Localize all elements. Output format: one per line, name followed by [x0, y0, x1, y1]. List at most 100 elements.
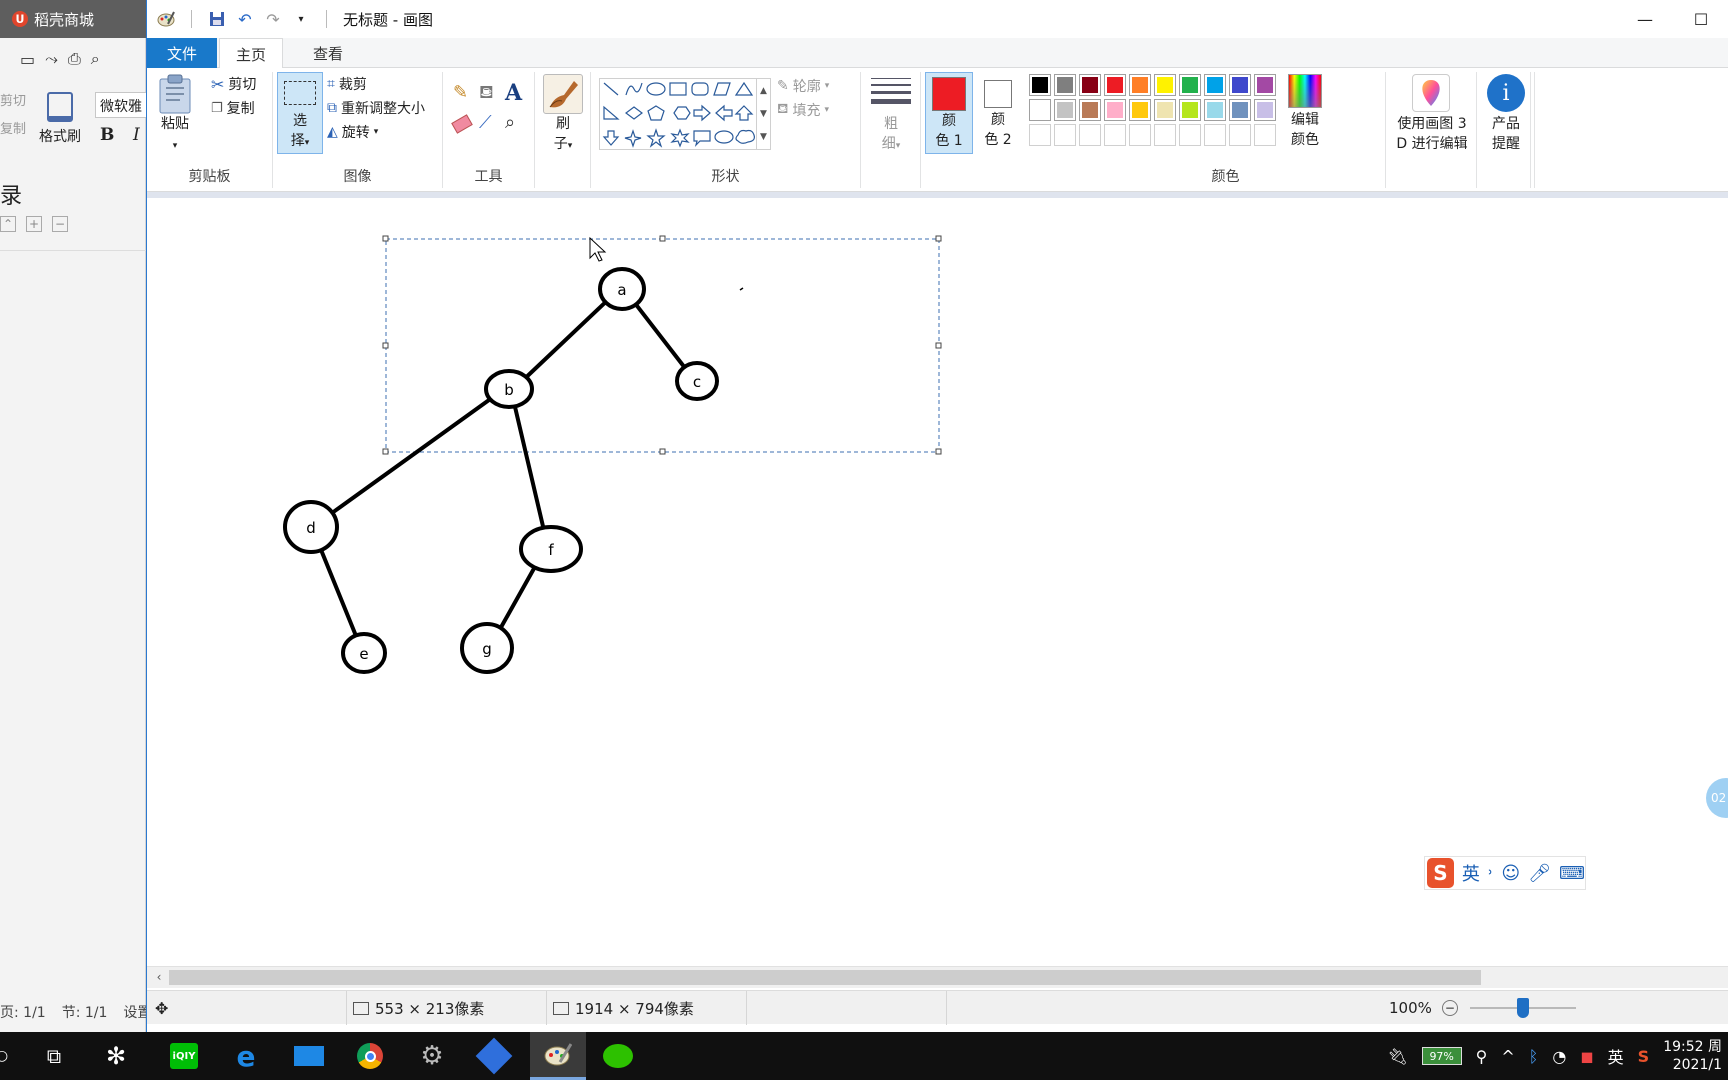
- volume-muted-icon[interactable]: ◼: [1580, 1047, 1593, 1066]
- paste-button[interactable]: 粘贴 ▾: [149, 114, 201, 156]
- ime-language[interactable]: 英: [1608, 1044, 1624, 1068]
- resize-button[interactable]: ⧉ 重新调整大小: [327, 98, 425, 118]
- color2-button[interactable]: 颜色 2: [975, 72, 1021, 154]
- edge-icon[interactable]: e: [222, 1038, 270, 1074]
- magnifier-icon[interactable]: ⌕: [505, 112, 515, 133]
- palette-swatch[interactable]: [1029, 124, 1051, 146]
- clock[interactable]: 19:52 周 2021/1: [1663, 1038, 1722, 1074]
- microphone-icon[interactable]: 🎤︎: [1528, 863, 1551, 884]
- background-wps-window[interactable]: ᑌ 稻壳商城 ▭ ⤳ ⎙ ⌕ 剪切 复制 格式刷 微软雅 B I 录 ⌃ + −…: [0, 0, 155, 1032]
- search-icon[interactable]: ○: [0, 1038, 26, 1074]
- zoom-out-icon[interactable]: −: [1441, 1000, 1458, 1016]
- ime-toolbar[interactable]: S 英 ˒ ☺ 🎤︎ ⌨: [1424, 856, 1586, 890]
- collapse-icon[interactable]: ⌃: [0, 216, 16, 232]
- palette-swatch[interactable]: [1179, 99, 1201, 121]
- scroll-left-icon[interactable]: ‹: [151, 968, 167, 986]
- ime-mode[interactable]: 英: [1462, 860, 1480, 886]
- scroll-down-icon[interactable]: ▼: [760, 109, 767, 119]
- rotate-button[interactable]: ◭ 旋转 ▾: [327, 122, 378, 142]
- zoom-slider[interactable]: [1469, 998, 1576, 1018]
- selection-handles[interactable]: [382, 235, 942, 455]
- palette-swatch[interactable]: [1029, 74, 1051, 96]
- zoom-slider-thumb[interactable]: [1516, 998, 1529, 1018]
- palette-swatch[interactable]: [1104, 74, 1126, 96]
- shapes-gallery-icons[interactable]: [600, 79, 758, 151]
- brushes-button[interactable]: 刷子▾: [535, 114, 591, 156]
- scroll-up-icon[interactable]: ▲: [760, 86, 767, 96]
- customize-qat-icon[interactable]: ▾: [292, 10, 310, 28]
- fill-button[interactable]: ⛾ 填充 ▾: [777, 100, 829, 120]
- maximize-button[interactable]: ☐: [1673, 0, 1728, 38]
- save-icon[interactable]: ▭: [20, 50, 35, 69]
- cut-button[interactable]: ✂ 剪切: [211, 74, 256, 94]
- size-button[interactable]: 粗细▾: [861, 114, 921, 156]
- power-plug-icon[interactable]: 🔌︎: [1387, 1047, 1407, 1066]
- palette-swatch[interactable]: [1204, 74, 1226, 96]
- tab-home[interactable]: 主页: [219, 38, 284, 69]
- selection-rectangle[interactable]: [385, 238, 940, 453]
- format-brush-button[interactable]: 格式刷: [28, 92, 92, 146]
- color1-button[interactable]: 颜色 1: [925, 72, 973, 154]
- pinwheel-app-icon[interactable]: ✻: [92, 1038, 140, 1074]
- outline-button[interactable]: ✎ 轮廓 ▾: [777, 76, 829, 96]
- minimize-button[interactable]: —: [1617, 0, 1673, 38]
- horizontal-scrollbar[interactable]: ‹: [147, 966, 1728, 988]
- eraser-icon[interactable]: [451, 114, 473, 134]
- palette-swatch[interactable]: [1029, 99, 1051, 121]
- punctuation-icon[interactable]: ˒: [1488, 863, 1494, 884]
- italic-button[interactable]: I: [133, 125, 140, 145]
- undo-icon[interactable]: ↶: [236, 10, 254, 29]
- sogou-tray-icon[interactable]: S: [1638, 1047, 1650, 1066]
- drawing-canvas[interactable]: a b c d f e g: [151, 198, 1721, 966]
- fill-icon[interactable]: ⛾: [479, 82, 494, 106]
- wifi-icon[interactable]: ◔: [1552, 1047, 1566, 1066]
- show-hidden-icons-icon[interactable]: ^: [1501, 1047, 1514, 1066]
- palette-swatch[interactable]: [1129, 74, 1151, 96]
- paint-app-icon[interactable]: [157, 10, 175, 28]
- palette-swatch[interactable]: [1229, 74, 1251, 96]
- palette-swatch[interactable]: [1154, 74, 1176, 96]
- redo-icon[interactable]: ↷: [264, 10, 282, 29]
- palette-swatch[interactable]: [1079, 124, 1101, 146]
- palette-swatch[interactable]: [1154, 99, 1176, 121]
- palette-swatch[interactable]: [1254, 99, 1276, 121]
- expand-gallery-icon[interactable]: ▼: [760, 132, 767, 142]
- wps-cut-button[interactable]: 剪切: [0, 90, 26, 109]
- wps-title-bar[interactable]: ᑌ 稻壳商城: [0, 0, 146, 38]
- pencil-icon[interactable]: ✎: [453, 82, 468, 103]
- print-icon[interactable]: ⎙: [68, 49, 81, 69]
- paint-app-icon[interactable]: [530, 1032, 586, 1080]
- save-icon[interactable]: [208, 10, 226, 28]
- shapes-scroll[interactable]: ▲ ▼ ▼: [757, 78, 771, 150]
- palette-swatch[interactable]: [1054, 124, 1076, 146]
- bluetooth-icon[interactable]: ᛒ: [1529, 1047, 1539, 1066]
- task-view-icon[interactable]: ⧉: [30, 1038, 78, 1074]
- palette-swatch[interactable]: [1079, 74, 1101, 96]
- palette-swatch[interactable]: [1129, 99, 1151, 121]
- palette-swatch[interactable]: [1229, 124, 1251, 146]
- palette-swatch[interactable]: [1254, 74, 1276, 96]
- keyboard-icon[interactable]: ⌨: [1559, 863, 1585, 884]
- product-alert-button[interactable]: 产品 提醒: [1477, 114, 1535, 154]
- tab-file[interactable]: 文件: [147, 38, 217, 68]
- palette-swatch[interactable]: [1054, 99, 1076, 121]
- copy-button[interactable]: ❐ 复制: [211, 98, 255, 118]
- edit-colors-button[interactable]: 编辑 颜色: [1281, 72, 1329, 154]
- people-icon[interactable]: ⚲: [1476, 1047, 1488, 1066]
- tab-view[interactable]: 查看: [297, 38, 359, 68]
- scrollbar-thumb[interactable]: [169, 970, 1481, 985]
- palette-swatch[interactable]: [1229, 99, 1251, 121]
- battery-indicator[interactable]: 97%: [1421, 1047, 1462, 1065]
- select-button[interactable]: 选择▾: [277, 72, 323, 154]
- palette-swatch[interactable]: [1079, 99, 1101, 121]
- crop-button[interactable]: ⌗ 裁剪: [327, 74, 367, 94]
- color-picker-icon[interactable]: ⟋: [479, 112, 492, 133]
- format-icon[interactable]: ⤳: [45, 49, 58, 69]
- text-icon[interactable]: A: [505, 80, 522, 106]
- collapse-minus-icon[interactable]: −: [52, 216, 68, 232]
- palette-swatch[interactable]: [1179, 124, 1201, 146]
- sogou-app-icon[interactable]: [470, 1037, 518, 1075]
- palette-swatch[interactable]: [1204, 99, 1226, 121]
- settings-app-icon[interactable]: ⚙: [408, 1038, 456, 1074]
- preview-icon[interactable]: ⌕: [91, 49, 100, 69]
